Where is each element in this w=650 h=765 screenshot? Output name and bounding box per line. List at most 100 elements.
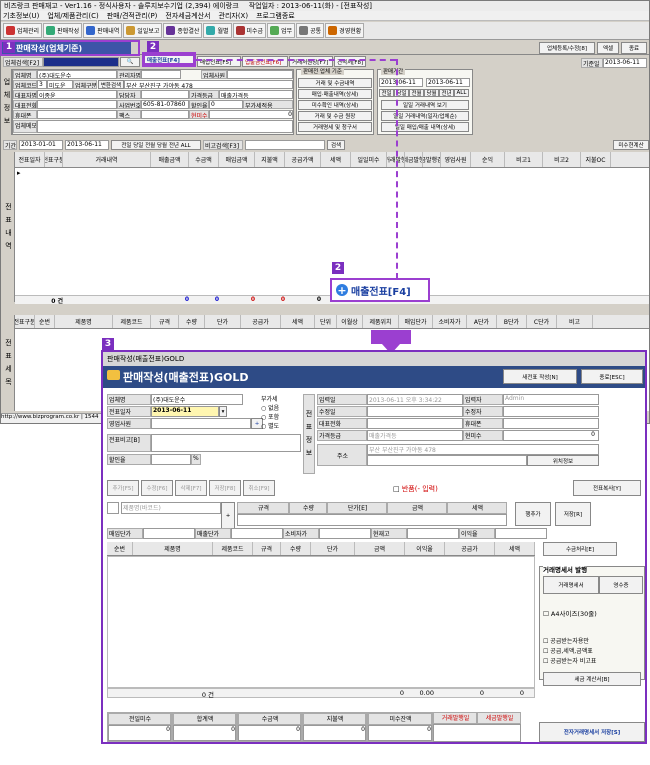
dcol-c-price[interactable]: C단가	[527, 315, 557, 328]
col-profit[interactable]: 순익	[471, 152, 505, 167]
icol-product[interactable]: 제품명	[133, 542, 213, 555]
filter-search-button[interactable]: 검색	[327, 139, 345, 150]
company-address-field[interactable]: 부산 부산진구 가야동 478	[124, 80, 293, 89]
col-daily-unpaid[interactable]: 일일미수	[351, 152, 387, 167]
item-grid-body[interactable]	[107, 556, 535, 688]
col-purchase-amount[interactable]: 매입금액	[219, 152, 255, 167]
tb-work-button[interactable]: 업무	[267, 23, 296, 38]
filter-from-input[interactable]: 2013-01-01	[19, 139, 63, 150]
menu-exit[interactable]: 프로그램종료	[256, 11, 295, 21]
company-name-input[interactable]: (주)대도운수	[151, 394, 243, 405]
dcol-b-price[interactable]: B단가	[497, 315, 527, 328]
row-save-button[interactable]: 저장[R]	[555, 502, 591, 526]
memo-search-input[interactable]	[245, 139, 325, 150]
col-paid[interactable]: 지불액	[255, 152, 285, 167]
tb-common-button[interactable]: 공통	[296, 23, 325, 38]
new-slip-button[interactable]: 새전표 작성[N]	[503, 369, 577, 384]
opt-all[interactable]: ALL	[454, 89, 469, 97]
receipt-print-button[interactable]: 영수증	[599, 576, 643, 594]
menu-sales[interactable]: 판매/견적관리(P)	[107, 11, 158, 21]
unpaid-calc-button[interactable]: 미수현계산	[613, 139, 649, 150]
icol-tax[interactable]: 세액	[495, 542, 535, 555]
icol-code[interactable]: 제품코드	[213, 542, 253, 555]
dcol-a-price[interactable]: A단가	[467, 315, 497, 328]
col-tax[interactable]: 세액	[321, 152, 351, 167]
company-search-input[interactable]	[43, 57, 119, 67]
icol-price[interactable]: 단가	[311, 542, 355, 555]
dcol-seq[interactable]: 순번	[35, 315, 55, 328]
col-sales-amount[interactable]: 매출금액	[151, 152, 189, 167]
exit-button[interactable]: 종료	[621, 42, 647, 54]
date-dropdown-icon[interactable]: ▾	[219, 406, 227, 417]
dcol-unit[interactable]: 단위	[315, 315, 337, 328]
e-statement-save-button[interactable]: 전자거래명세서 저장[S]	[539, 722, 645, 742]
base-date-input[interactable]: 2013-06-11	[603, 58, 647, 68]
cancel-slip-button[interactable]: 취소[F9]	[243, 480, 275, 496]
col-memo1[interactable]: 비고1	[505, 152, 543, 167]
receiver-memo-checkbox[interactable]: ☐ 공급받는자 비고표	[543, 656, 596, 665]
dcol-location[interactable]: 제품위치	[363, 315, 399, 328]
vat-apply-checkbox[interactable]: 부가세적용	[243, 100, 293, 109]
col-received[interactable]: 수금액	[189, 152, 219, 167]
col-memo2[interactable]: 비고2	[543, 152, 581, 167]
col-slip-type[interactable]: 전표구분	[45, 152, 63, 167]
menu-admin[interactable]: 관리자(X)	[219, 11, 249, 21]
col-sales-staff[interactable]: 영업사원	[441, 152, 471, 167]
daily-trade-sorted-button[interactable]: 일일 거래내역(일자/업체순)	[381, 111, 469, 121]
filter-period-options[interactable]: 전일 당일 전월 당월 전년 ALL	[111, 139, 201, 150]
tab-quote[interactable]: 견적서[F8]	[334, 56, 366, 67]
icol-qty[interactable]: 수량	[281, 542, 311, 555]
tb-monthly-button[interactable]: 월별	[203, 23, 232, 38]
collect-payment-button[interactable]: 수금처리[E]	[543, 542, 617, 556]
slip-grid-body[interactable]	[15, 168, 649, 296]
col-supply[interactable]: 공급가액	[285, 152, 321, 167]
daily-buy-sell-button[interactable]: 일일 매입/매출 내역(상세)	[381, 122, 469, 132]
dialog-close-button[interactable]: 종료[ESC]	[581, 369, 643, 384]
biz-no-field[interactable]: 605-81-07860	[141, 100, 189, 109]
tax-invoice-button[interactable]: 세금 계산서[B]	[543, 672, 641, 686]
period-from-input[interactable]: 2013-06-11	[379, 78, 423, 87]
dcol-qty[interactable]: 수량	[179, 315, 205, 328]
col-tax-issue[interactable]: 세금발행	[405, 152, 423, 167]
delete-row-button[interactable]: 삭제[F7]	[175, 480, 207, 496]
dcol-carry[interactable]: 이월상	[337, 315, 363, 328]
menu-etax[interactable]: 전자세금계산서	[165, 11, 210, 21]
vat-separate-radio[interactable]: ○ 별도	[261, 421, 295, 430]
company-search-button[interactable]: 🔍	[120, 57, 140, 67]
dcol-product[interactable]: 제품명	[55, 315, 113, 328]
icol-supply[interactable]: 공급가	[445, 542, 495, 555]
dcol-buy-price[interactable]: 매입단가	[399, 315, 433, 328]
tab-ledger[interactable]: 거래처원장[F7]	[289, 56, 333, 67]
opt-prev-month[interactable]: 전월	[409, 89, 424, 97]
company-name-field[interactable]: (주)대도운수	[37, 70, 117, 79]
filter-to-input[interactable]: 2013-06-11	[65, 139, 109, 150]
company-staff-field[interactable]	[227, 70, 293, 79]
fax-field[interactable]	[141, 110, 189, 119]
slip-memo-input[interactable]	[151, 434, 301, 452]
save-slip-button[interactable]: 저장[F8]	[209, 480, 241, 496]
opt-this-month[interactable]: 당월	[424, 89, 439, 97]
edit-row-button[interactable]: 수정[F6]	[141, 480, 173, 496]
icol-seq[interactable]: 순번	[107, 542, 133, 555]
phone-field[interactable]	[37, 100, 117, 109]
menu-company[interactable]: 업체/제품관리(C)	[47, 11, 98, 21]
dcol-spec[interactable]: 규격	[151, 315, 179, 328]
dcol-code[interactable]: 제품코드	[113, 315, 151, 328]
unpaid-detail-button[interactable]: 미수확인 내역(상세)	[298, 100, 372, 110]
opt-prev-year[interactable]: 전년	[439, 89, 454, 97]
tb-daily-button[interactable]: 일일보고	[123, 23, 163, 38]
supply-tax-checkbox[interactable]: ☐ 공급,세액,금액표	[543, 646, 593, 655]
product-search-input[interactable]: 제품명(바코드)	[121, 502, 221, 514]
tb-sales-button[interactable]: 판매작성	[43, 23, 83, 38]
icol-amount[interactable]: 금액	[355, 542, 405, 555]
dcol-type[interactable]: 전표구분	[15, 315, 35, 328]
col-slip-date[interactable]: 전표일자	[15, 152, 45, 167]
a4-checkbox[interactable]: ☐ A4사이즈(30줄)	[543, 608, 597, 618]
tab-cash-slip[interactable]: 입출금전표[F6]	[242, 56, 288, 67]
tb-summary-button[interactable]: 종합결산	[163, 23, 203, 38]
dcol-supply[interactable]: 공급가	[241, 315, 281, 328]
discount-rate-input[interactable]	[151, 454, 191, 465]
menu-basic[interactable]: 기초정보(U)	[3, 11, 39, 21]
copy-slip-button[interactable]: 전표복사[Y]	[573, 480, 641, 496]
period-to-input[interactable]: 2013-06-11	[426, 78, 470, 87]
